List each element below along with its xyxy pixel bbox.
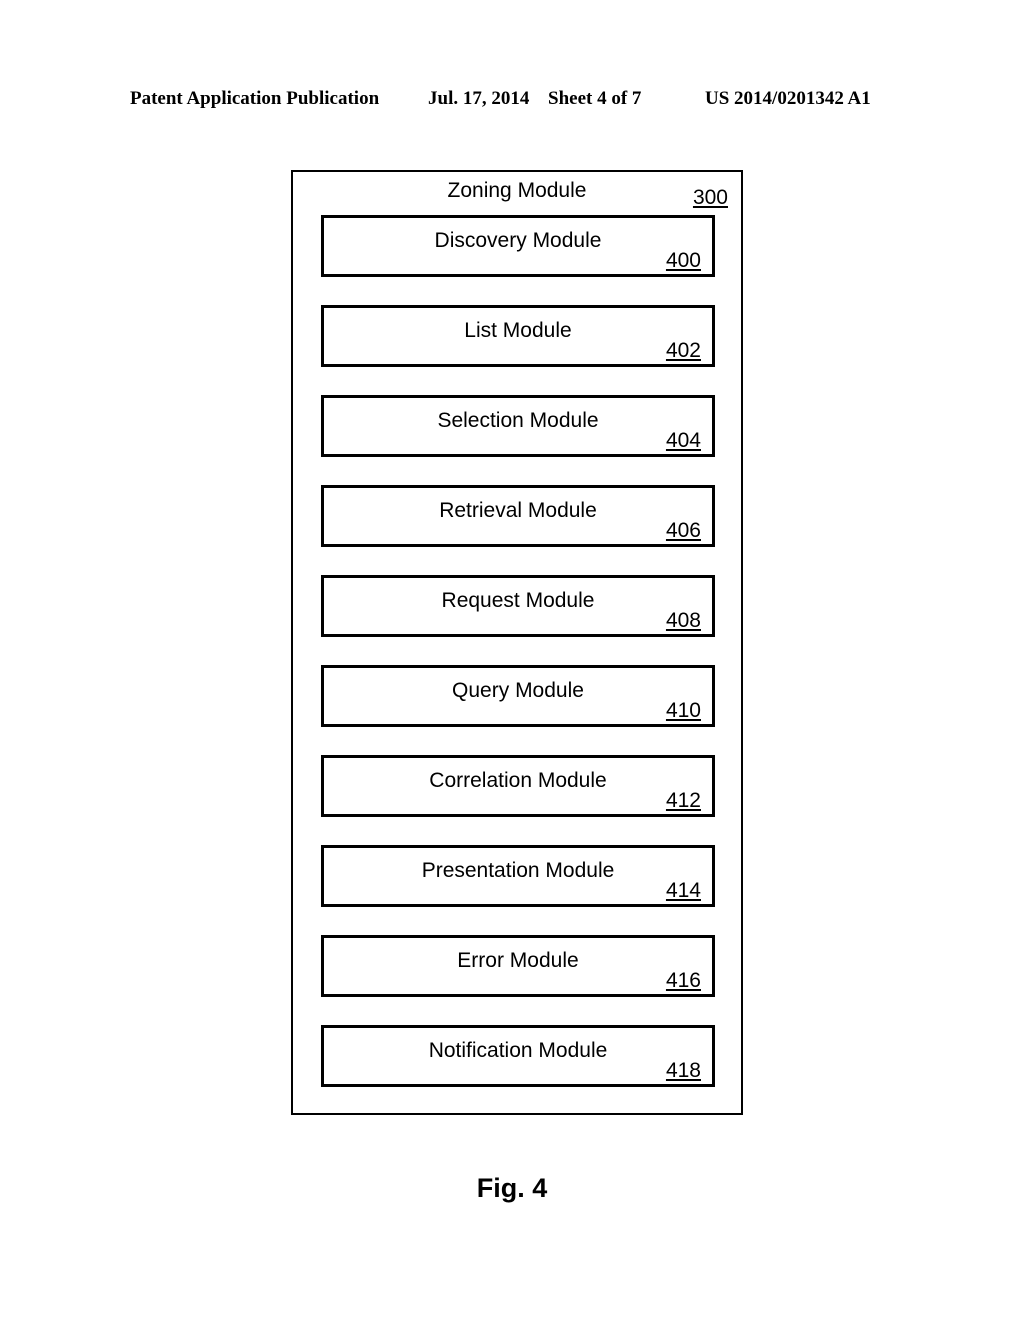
zoning-module-title-row: Zoning Module 300 xyxy=(293,172,741,215)
module-label: Selection Module xyxy=(437,409,599,432)
module-reference-number: 412 xyxy=(665,789,701,812)
module-box: Correlation Module 412 xyxy=(321,755,715,817)
module-reference-number: 400 xyxy=(665,249,701,272)
figure-caption: Fig. 4 xyxy=(476,1173,548,1203)
zoning-module-label: Zoning Module xyxy=(447,179,587,202)
module-reference-number: 414 xyxy=(665,879,701,902)
header-sheet-number: Sheet 4 of 7 xyxy=(548,88,642,109)
module-reference-number: 416 xyxy=(665,969,701,992)
module-box: Selection Module 404 xyxy=(321,395,715,457)
module-reference-number: 418 xyxy=(665,1059,701,1082)
module-reference-number: 408 xyxy=(665,609,701,632)
module-label: Query Module xyxy=(452,679,584,702)
header-publication-label: Patent Application Publication xyxy=(130,88,380,109)
zoning-module-reference-number: 300 xyxy=(692,186,728,209)
zoning-module-container: Zoning Module 300 Discovery Module 400 L… xyxy=(291,170,743,1115)
module-reference-number: 404 xyxy=(665,429,701,452)
module-list: Discovery Module 400 List Module 402 Sel… xyxy=(321,215,715,1087)
module-box: Presentation Module 414 xyxy=(321,845,715,907)
module-box: Retrieval Module 406 xyxy=(321,485,715,547)
module-label: Discovery Module xyxy=(434,229,602,252)
module-label: Presentation Module xyxy=(421,859,615,882)
module-label: Notification Module xyxy=(428,1039,608,1062)
module-label: Correlation Module xyxy=(429,769,607,792)
module-box: List Module 402 xyxy=(321,305,715,367)
module-box: Request Module 408 xyxy=(321,575,715,637)
module-reference-number: 406 xyxy=(665,519,701,542)
module-box: Error Module 416 xyxy=(321,935,715,997)
module-box: Discovery Module 400 xyxy=(321,215,715,277)
module-label: Retrieval Module xyxy=(439,499,597,522)
module-reference-number: 402 xyxy=(665,339,701,362)
module-label: List Module xyxy=(464,319,572,342)
module-box: Notification Module 418 xyxy=(321,1025,715,1087)
module-label: Request Module xyxy=(441,589,595,612)
header-publication-date: Jul. 17, 2014 xyxy=(428,88,530,109)
module-box: Query Module 410 xyxy=(321,665,715,727)
page-header: Patent Application Publication Jul. 17, … xyxy=(130,86,910,112)
module-reference-number: 410 xyxy=(665,699,701,722)
module-label: Error Module xyxy=(457,949,579,972)
header-document-number: US 2014/0201342 A1 xyxy=(705,88,871,109)
